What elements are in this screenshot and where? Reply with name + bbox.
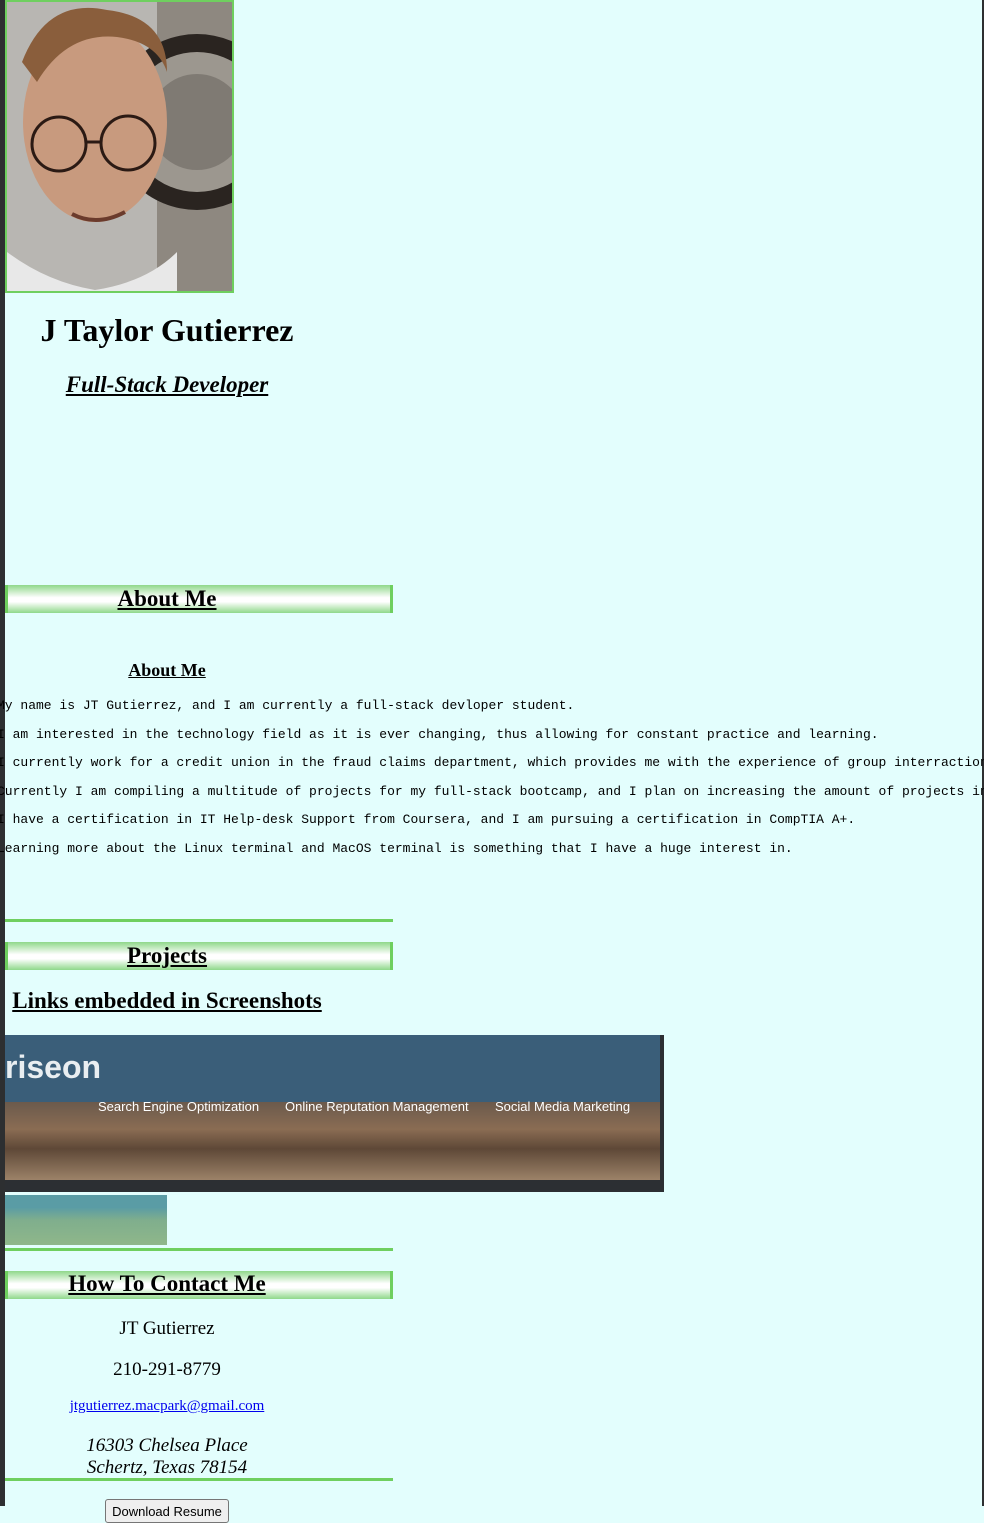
profile-photo-image <box>7 2 232 291</box>
about-paragraph: Learning more about the Linux terminal a… <box>0 840 793 856</box>
contact-email-link[interactable]: jtgutierrez.macpark@gmail.com <box>5 1398 329 1415</box>
contact-section-title: How To Contact Me <box>68 1271 266 1296</box>
about-paragraph: I am interested in the technology field … <box>0 726 879 742</box>
contact-name: JT Gutierrez <box>119 1318 215 1339</box>
page-title: J Taylor Gutierrez <box>40 312 294 348</box>
address-line-2: Schertz, Texas 78154 <box>86 1457 248 1478</box>
about-subtitle: About Me <box>128 660 206 680</box>
address-line-1: 16303 Chelsea Place <box>86 1435 248 1456</box>
section-divider <box>5 1248 393 1251</box>
about-paragraph: I have a certification in IT Help-desk S… <box>0 812 856 828</box>
screenshot-brand: riseon <box>5 1049 102 1085</box>
about-section-title: About Me <box>117 586 217 611</box>
job-title: Full-Stack Developer <box>65 372 269 397</box>
screenshot-nav-item: Search Engine Optimization <box>98 1099 260 1114</box>
section-divider <box>5 919 393 922</box>
project-screenshot-link-horiseon[interactable]: riseon Search Engine Optimization Online… <box>5 1035 664 1192</box>
about-text: My name is JT Gutierrez, and I am curren… <box>0 698 984 870</box>
download-resume-button[interactable]: Download Resume <box>105 1499 229 1523</box>
section-divider <box>5 1478 393 1481</box>
projects-subtitle: Links embedded in Screenshots <box>12 988 322 1013</box>
screenshot-banner: riseon <box>5 1035 660 1102</box>
profile-photo <box>5 0 234 293</box>
about-paragraph: My name is JT Gutierrez, and I am curren… <box>0 698 575 713</box>
contact-address: 16303 Chelsea Place Schertz, Texas 78154 <box>5 1435 329 1479</box>
screenshot-nav-item: Social Media Marketing <box>495 1099 631 1114</box>
screenshot-nav-item: Online Reputation Management <box>285 1099 469 1114</box>
contact-phone: 210-291-8779 <box>113 1359 221 1380</box>
projects-section-title: Projects <box>126 943 208 968</box>
about-paragraph: I currently work for a credit union in t… <box>0 755 984 771</box>
project-screenshot-link-2[interactable] <box>5 1195 167 1245</box>
about-paragraph: Currently I am compiling a multitude of … <box>0 783 984 799</box>
